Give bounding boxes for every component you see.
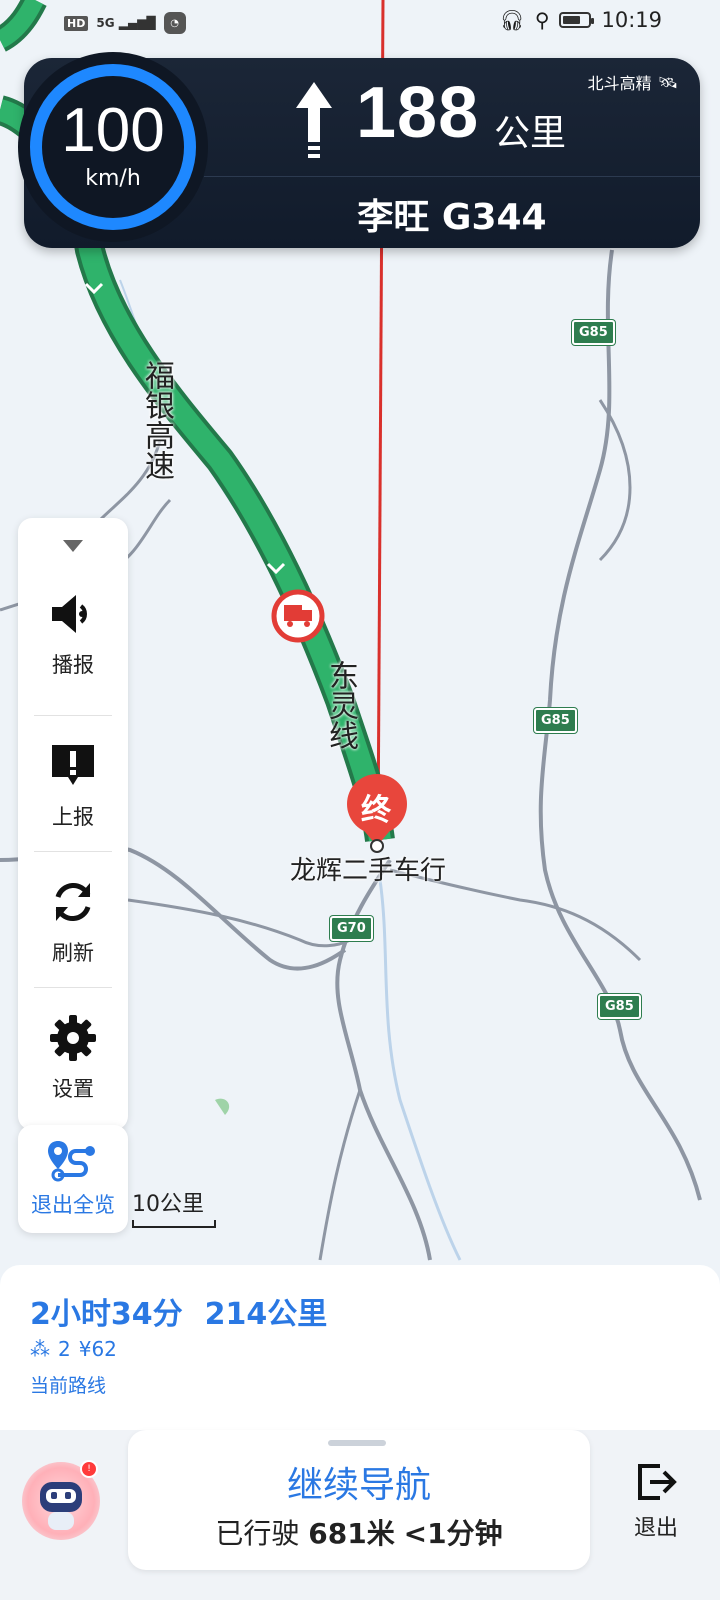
speedometer: 100 km/h (18, 52, 208, 242)
bottom-bar: ! 继续导航 已行驶 681米 <1分钟 退出 (0, 1430, 720, 1600)
highway-badge: G85 (598, 994, 641, 1019)
drag-handle[interactable] (328, 1440, 386, 1446)
route-toll: ¥62 (78, 1337, 117, 1361)
refresh-button[interactable]: 刷新 (18, 854, 128, 990)
satellite-icon: 🛰︎ (657, 72, 678, 92)
exit-label: 退出 (633, 1516, 678, 1541)
report-icon (52, 745, 94, 785)
continue-navigation-label: 继续导航 (286, 1465, 431, 1506)
traffic-light-count: 2 (58, 1337, 71, 1361)
continue-navigation-button[interactable]: 继续导航 已行驶 681米 <1分钟 (128, 1430, 590, 1570)
hd-badge: HD (64, 15, 89, 31)
driven-prefix: 已行驶 (215, 1517, 300, 1550)
speaker-icon (52, 595, 87, 633)
route-details: ⁂ 2 ¥62 (30, 1337, 117, 1361)
guidance-panel[interactable]: 100 km/h 188 公里 北斗高精 🛰︎ 李旺 G344 (18, 52, 700, 248)
truck-restriction-icon (271, 589, 325, 643)
gnss-status: 北斗高精 🛰︎ (588, 70, 678, 94)
signal-icon: 5G ▂▄▆█ (96, 16, 156, 30)
clock: 10:19 (601, 8, 662, 32)
destination-marker-label: 终 (361, 793, 391, 828)
refresh-label: 刷新 (52, 941, 94, 965)
highway-badge: G85 (572, 320, 615, 345)
road-label-dongling: 东灵线 (323, 660, 358, 750)
route-distance: 214公里 (204, 1297, 328, 1332)
driven-time: <1分钟 (403, 1517, 503, 1550)
current-route-label: 当前路线 (30, 1375, 107, 1397)
current-street: 李旺 G344 (357, 197, 547, 238)
driven-distance: 681米 (308, 1517, 395, 1550)
exit-overview-button[interactable]: 退出全览 (18, 1125, 128, 1233)
settings-label: 设置 (52, 1077, 94, 1101)
route-summary: 2小时34分 214公里 (30, 1289, 349, 1333)
side-toolbar: 播报 上报 刷新 设置 (18, 518, 128, 1130)
status-bar: HD 5G ▂▄▆█ ◔ 🎧︎ ⚲ 10:19 (0, 0, 720, 48)
gear-icon (50, 1015, 96, 1061)
exit-overview-label: 退出全览 (31, 1193, 115, 1217)
gnss-label: 北斗高精 (587, 74, 652, 93)
location-icon: ⚲ (534, 8, 550, 32)
highway-badge: G85 (534, 708, 577, 733)
broadcast-button[interactable]: 播报 (18, 566, 128, 702)
route-duration: 2小时34分 (30, 1297, 183, 1332)
straight-arrow-icon (296, 82, 332, 158)
driven-summary: 已行驶 681米 <1分钟 (128, 1512, 590, 1552)
maneuver-distance-unit: 公里 (494, 113, 567, 154)
route-overview-icon (48, 1141, 95, 1182)
map-scale-label: 10公里 (132, 1192, 204, 1217)
battery-icon (559, 12, 595, 28)
road-label-fuyin: 福银高速 (139, 360, 174, 480)
traffic-light-icon: ⁂ (30, 1337, 50, 1361)
refresh-icon (55, 883, 91, 921)
destination-name[interactable]: 龙辉二手车行 (290, 850, 446, 887)
collapse-chevron-icon[interactable] (63, 540, 83, 552)
map-scale: 10公里 (132, 1186, 216, 1228)
report-button[interactable]: 上报 (18, 718, 128, 854)
settings-button[interactable]: 设置 (18, 990, 128, 1126)
app-badge-icon: ◔ (163, 12, 186, 34)
exit-icon (638, 1464, 677, 1500)
exit-button[interactable]: 退出 (616, 1460, 696, 1570)
headphones-icon: 🎧︎ (499, 8, 525, 32)
report-label: 上报 (52, 805, 94, 829)
route-card[interactable]: 2小时34分 214公里 ⁂ 2 ¥62 当前路线 (0, 1265, 720, 1430)
broadcast-label: 播报 (52, 653, 94, 677)
highway-badge: G70 (330, 916, 373, 941)
notification-dot: ! (80, 1460, 98, 1478)
maneuver-distance: 188 (356, 73, 480, 153)
